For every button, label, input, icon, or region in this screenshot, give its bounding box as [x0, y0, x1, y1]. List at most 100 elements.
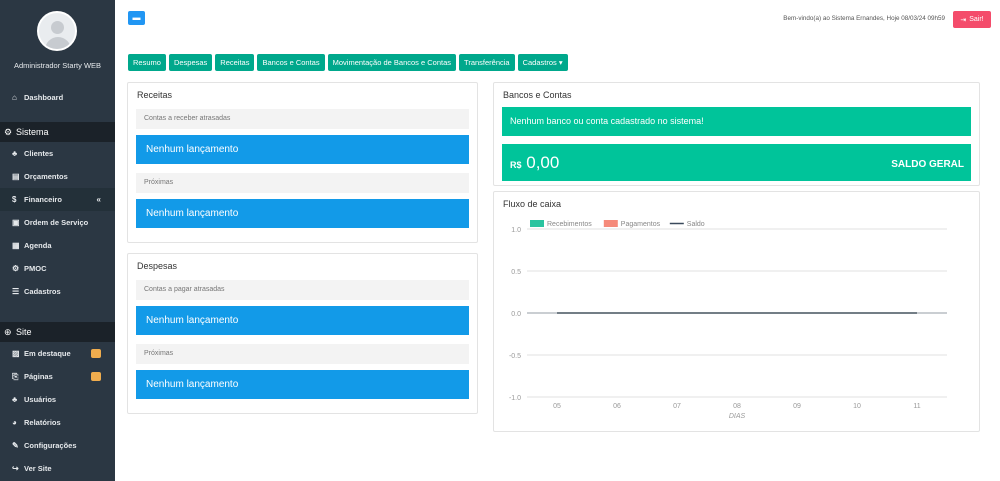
- globe-icon: ⊕: [4, 326, 12, 337]
- cash-flow-chart: 1.0 0.5 0.0 -0.5 -1.0 05 06 07 08 09 10 11 DIAS Receb…: [509, 220, 947, 420]
- profile-name: Administrador Starty WEB: [13, 61, 102, 70]
- sidebar-item-em-destaque[interactable]: ▨ Em destaque: [0, 342, 115, 365]
- next-header: Próximas: [136, 173, 469, 193]
- x-axis-label: DIAS: [729, 413, 746, 420]
- x-tick-label: 09: [793, 403, 801, 410]
- notification-badge: [91, 349, 101, 358]
- section-title: Sistema: [16, 127, 49, 137]
- list-icon: ☰: [12, 287, 20, 296]
- section-title: Site: [16, 327, 32, 337]
- receitas-panel: Receitas Contas a receber atrasadas Nenh…: [127, 82, 478, 243]
- saldo-geral-box: R$ 0,00 SALDO GERAL: [502, 144, 971, 181]
- legend-label: Saldo: [687, 221, 705, 228]
- despesas-panel: Despesas Contas a pagar atrasadas Nenhum…: [127, 253, 478, 414]
- section-sistema: ⚙ Sistema: [0, 122, 115, 142]
- logout-label: Sair!: [969, 16, 984, 23]
- next-empty-message: Nenhum lançamento: [136, 370, 469, 399]
- panel-title: Receitas: [137, 90, 173, 100]
- sidebar-item-configuracoes[interactable]: ✎ Configurações: [0, 434, 115, 457]
- overdue-empty-message: Nenhum lançamento: [136, 135, 469, 164]
- sidebar-item-label: Usuários: [24, 395, 57, 404]
- sidebar-item-relatorios[interactable]: ◕ Relatórios: [0, 411, 115, 434]
- logout-button[interactable]: ⇥ Sair!: [953, 11, 991, 28]
- y-tick-label: 0.0: [511, 311, 521, 318]
- pages-icon: ⎘: [12, 371, 19, 381]
- sidebar-item-ver-site[interactable]: ↪ Ver Site: [0, 457, 115, 480]
- welcome-text: Bem-vindo(a) ao Sistema Ernandes, Hoje 0…: [783, 15, 945, 22]
- clipboard-icon: ▣: [12, 218, 20, 227]
- tab-movimentacao[interactable]: Movimentação de Bancos e Contas: [327, 54, 457, 71]
- sidebar-item-cadastros[interactable]: ☰ Cadastros: [0, 280, 115, 303]
- notification-badge: [91, 372, 101, 381]
- saldo-amount: 0,00: [526, 153, 560, 172]
- legend-swatch: [603, 220, 618, 227]
- x-tick-label: 06: [613, 403, 621, 410]
- menu-icon: ▬: [132, 13, 141, 22]
- overdue-empty-message: Nenhum lançamento: [136, 306, 469, 335]
- legend-swatch: [530, 220, 544, 227]
- profile: Administrador Starty WEB: [0, 0, 115, 80]
- gear-icon: ⚙: [4, 126, 13, 137]
- sidebar-item-orcamentos[interactable]: ▤ Orçamentos: [0, 165, 115, 188]
- menu-toggle-button[interactable]: ▬: [128, 11, 145, 25]
- image-icon: ▨: [12, 349, 20, 358]
- overdue-header: Contas a receber atrasadas: [136, 109, 469, 129]
- sidebar-item-label: Em destaque: [24, 349, 71, 358]
- users-icon: ♣: [12, 395, 18, 404]
- tab-despesas[interactable]: Despesas: [168, 54, 213, 71]
- finance-tabs: Resumo Despesas Receitas Bancos e Contas…: [128, 54, 568, 71]
- collapse-icon[interactable]: «: [97, 195, 101, 204]
- wrench-icon: ✎: [12, 441, 19, 450]
- sidebar-item-label: Clientes: [24, 149, 54, 158]
- section-site: ⊕ Site: [0, 322, 115, 342]
- sidebar-item-label: Dashboard: [24, 93, 64, 102]
- next-header: Próximas: [136, 344, 469, 364]
- currency-symbol: R$: [510, 160, 522, 170]
- overdue-header: Contas a pagar atrasadas: [136, 280, 469, 300]
- sidebar-item-label: Ver Site: [24, 464, 52, 473]
- x-tick-label: 10: [853, 403, 861, 410]
- home-icon: ⌂: [12, 93, 17, 102]
- sidebar-item-paginas[interactable]: ⎘ Páginas: [0, 365, 115, 388]
- sidebar-item-financeiro[interactable]: $ Financeiro «: [0, 188, 115, 211]
- sidebar-item-pmoc[interactable]: ⚙ PMOC: [0, 257, 115, 280]
- x-tick-label: 05: [553, 403, 561, 410]
- sidebar-item-label: Orçamentos: [24, 172, 68, 181]
- fluxo-panel: Fluxo de caixa 1.0 0.5 0.0 -0.5 -1.0 05 06 07 08…: [493, 191, 980, 432]
- sidebar: Administrador Starty WEB ⌂ Dashboard ⚙ S…: [0, 0, 115, 481]
- saldo-value: R$ 0,00: [510, 153, 559, 173]
- bancos-panel: Bancos e Contas Nenhum banco ou conta ca…: [493, 82, 980, 186]
- sidebar-item-ordem-servico[interactable]: ▣ Ordem de Serviço: [0, 211, 115, 234]
- tab-transferencia[interactable]: Transferência: [459, 54, 515, 71]
- calendar-icon: ▦: [12, 241, 20, 250]
- y-tick-label: 1.0: [511, 227, 521, 234]
- panel-title: Despesas: [137, 261, 178, 271]
- next-empty-message: Nenhum lançamento: [136, 199, 469, 228]
- panel-title: Bancos e Contas: [503, 90, 572, 100]
- gear-icon: ⚙: [12, 264, 20, 273]
- x-tick-label: 11: [913, 403, 920, 410]
- sidebar-item-label: Páginas: [24, 372, 53, 381]
- tab-receitas[interactable]: Receitas: [215, 54, 255, 71]
- sidebar-item-dashboard[interactable]: ⌂ Dashboard: [0, 86, 115, 109]
- x-tick-label: 08: [733, 403, 741, 410]
- sidebar-item-agenda[interactable]: ▦ Agenda: [0, 234, 115, 257]
- sidebar-item-label: Relatórios: [24, 418, 61, 427]
- tab-cadastros-dropdown[interactable]: Cadastros ▾: [517, 54, 568, 71]
- sidebar-item-clientes[interactable]: ♣ Clientes: [0, 142, 115, 165]
- sidebar-item-label: Cadastros: [24, 287, 61, 296]
- sidebar-item-label: Agenda: [24, 241, 52, 250]
- file-icon: ▤: [12, 172, 20, 181]
- saldo-label: SALDO GERAL: [891, 159, 964, 170]
- tab-bancos-contas[interactable]: Bancos e Contas: [257, 54, 325, 71]
- no-bank-message: Nenhum banco ou conta cadastrado no sist…: [502, 107, 971, 136]
- avatar[interactable]: [37, 11, 77, 51]
- legend-label: Pagamentos: [621, 221, 661, 228]
- legend-label: Recebimentos: [547, 221, 592, 228]
- sidebar-item-label: PMOC: [24, 264, 47, 273]
- no-bank-text: Nenhum banco ou conta cadastrado no sist…: [510, 116, 704, 126]
- sidebar-item-label: Financeiro: [24, 195, 62, 204]
- topbar: ▬ Bem-vindo(a) ao Sistema Ernandes, Hoje…: [115, 0, 1000, 40]
- tab-resumo[interactable]: Resumo: [128, 54, 166, 71]
- sidebar-item-usuarios[interactable]: ♣ Usuários: [0, 388, 115, 411]
